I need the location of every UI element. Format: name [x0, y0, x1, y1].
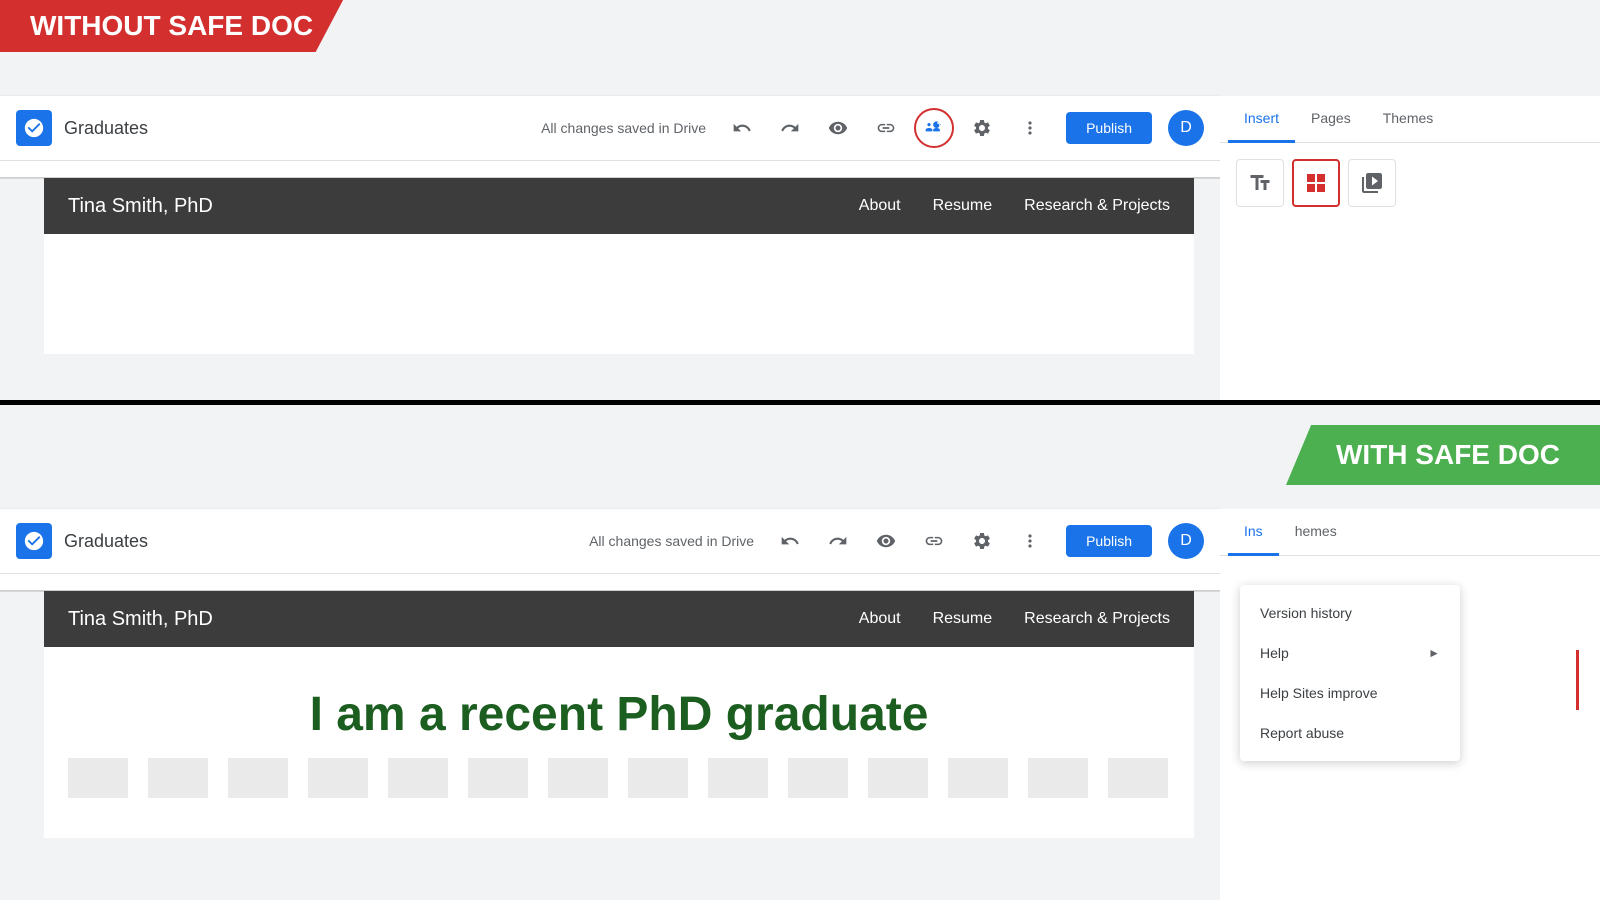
preview-button-bottom[interactable]	[866, 521, 906, 561]
nav-research-bottom[interactable]: Research & Projects	[1024, 610, 1170, 628]
site-nav-top: Tina Smith, PhD About Resume Research & …	[44, 178, 1194, 234]
more-options-button-top[interactable]	[1010, 108, 1050, 148]
save-status-top: All changes saved in Drive	[541, 120, 706, 136]
save-status-bottom: All changes saved in Drive	[589, 533, 754, 549]
publish-button-top[interactable]: Publish	[1066, 112, 1152, 144]
top-toolbar: Graduates All changes saved in Drive Pub…	[0, 96, 1220, 160]
panel-red-accent	[1576, 650, 1600, 710]
right-panel-tabs-bottom: Ins hemes	[1220, 509, 1600, 556]
more-options-button-bottom[interactable]	[1010, 521, 1050, 561]
nav-links-top: About Resume Research & Projects	[859, 197, 1170, 215]
panel-icons-top	[1220, 143, 1600, 223]
panel-block-icon[interactable]	[1292, 159, 1340, 207]
google-sites-logo	[16, 110, 52, 146]
settings-button-top[interactable]	[962, 108, 1002, 148]
panel-embed-icon[interactable]	[1348, 159, 1396, 207]
site-title-bottom: Tina Smith, PhD	[68, 608, 859, 631]
tab-themes-bottom[interactable]: hemes	[1279, 509, 1353, 556]
site-title-top: Tina Smith, PhD	[68, 195, 859, 218]
hero-text: I am a recent PhD graduate	[68, 687, 1170, 742]
dropdown-report-abuse[interactable]: Report abuse	[1240, 713, 1460, 753]
share-button-top[interactable]	[914, 108, 954, 148]
tab-insert-bottom[interactable]: Ins	[1228, 509, 1279, 556]
site-nav-bottom: Tina Smith, PhD About Resume Research & …	[44, 591, 1194, 647]
undo-button-bottom[interactable]	[770, 521, 810, 561]
dropdown-menu: Version history Help ► Help Sites improv…	[1240, 585, 1460, 761]
right-panel-tabs-top: Insert Pages Themes	[1220, 96, 1600, 143]
link-button-bottom[interactable]	[914, 521, 954, 561]
dropdown-version-history[interactable]: Version history	[1240, 593, 1460, 633]
undo-button-top[interactable]	[722, 108, 762, 148]
bottom-toolbar: Graduates All changes saved in Drive Pub…	[0, 509, 1220, 573]
ruler-top	[0, 160, 1220, 178]
avatar-top[interactable]: D	[1168, 110, 1204, 146]
nav-research-top[interactable]: Research & Projects	[1024, 197, 1170, 215]
nav-resume-top[interactable]: Resume	[933, 197, 993, 215]
ruler-bottom	[0, 573, 1220, 591]
dropdown-help-improve[interactable]: Help Sites improve	[1240, 673, 1460, 713]
site-content-bottom: I am a recent PhD graduate	[44, 647, 1194, 838]
link-button-top[interactable]	[866, 108, 906, 148]
nav-resume-bottom[interactable]: Resume	[933, 610, 993, 628]
site-preview-top: Tina Smith, PhD About Resume Research & …	[44, 178, 1194, 354]
site-name-top: Graduates	[64, 118, 541, 139]
site-content-top	[44, 234, 1194, 354]
chevron-right-icon: ►	[1428, 646, 1440, 660]
right-panel-top: Insert Pages Themes	[1220, 96, 1600, 400]
site-name-bottom: Graduates	[64, 531, 589, 552]
panel-text-icon[interactable]	[1236, 159, 1284, 207]
google-sites-logo-bottom	[16, 523, 52, 559]
preview-button-top[interactable]	[818, 108, 858, 148]
toolbar-icons-top: Publish D	[722, 108, 1204, 148]
with-safe-doc-banner: WITH SAFE DOC	[1286, 425, 1600, 485]
tab-insert-top[interactable]: Insert	[1228, 96, 1295, 143]
without-safe-doc-banner: WITHOUT SAFE DOC	[0, 0, 343, 52]
redo-button-top[interactable]	[770, 108, 810, 148]
settings-button-bottom[interactable]	[962, 521, 1002, 561]
avatar-bottom[interactable]: D	[1168, 523, 1204, 559]
tab-themes-top[interactable]: Themes	[1367, 96, 1450, 143]
dropdown-help[interactable]: Help ►	[1240, 633, 1460, 673]
site-preview-bottom: Tina Smith, PhD About Resume Research & …	[44, 591, 1194, 838]
toolbar-icons-bottom: Publish D	[770, 521, 1204, 561]
nav-links-bottom: About Resume Research & Projects	[859, 610, 1170, 628]
publish-button-bottom[interactable]: Publish	[1066, 525, 1152, 557]
tab-pages-top[interactable]: Pages	[1295, 96, 1367, 143]
redo-button-bottom[interactable]	[818, 521, 858, 561]
nav-about-top[interactable]: About	[859, 197, 901, 215]
nav-about-bottom[interactable]: About	[859, 610, 901, 628]
